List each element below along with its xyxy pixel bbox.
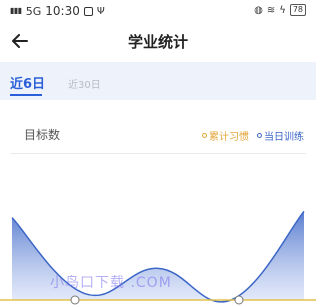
wifi-icon: ≋ [266, 4, 276, 16]
tab-30-days[interactable]: 近30日 [68, 76, 101, 91]
data-point[interactable] [234, 295, 244, 305]
range-tabs: 近6日 近30日 [0, 62, 316, 100]
bolt-icon: ϟ [279, 4, 286, 16]
watermark-text: 小鸟口下载 .COM [50, 275, 172, 291]
status-right: ◍ ≋ ϟ 78 [254, 4, 306, 16]
vibrate-icon: ◍ [254, 4, 263, 16]
title-bar: 学业统计 [0, 24, 316, 58]
legend-dot-accumulated [202, 133, 207, 138]
page-title: 学业统计 [127, 33, 188, 51]
tab-6-days[interactable]: 近6日 [10, 73, 45, 92]
status-bar: ▮▮▮ 5G 10:30 Ψ ◍ ≋ ϟ 78 [0, 0, 316, 24]
legend-label-daily: 当日训练 [264, 132, 304, 143]
legend-dot-daily [257, 133, 262, 138]
metric-label: 目标数 [24, 128, 61, 142]
data-point[interactable] [70, 295, 80, 305]
notification-icon [83, 6, 93, 16]
usb-icon: Ψ [96, 5, 105, 17]
legend-item-accumulated[interactable]: 累计习惯 [202, 128, 249, 143]
active-tab-indicator [10, 94, 42, 96]
metric-row: 目标数 累计习惯 当日训练 [10, 115, 306, 154]
status-time: 10:30 [45, 4, 80, 18]
status-signal: 5G [25, 4, 42, 18]
signal-icon: ▮▮▮ [10, 6, 22, 15]
battery-icon: 78 [289, 4, 306, 16]
legend-label-accumulated: 累计习惯 [209, 132, 249, 143]
legend-item-daily[interactable]: 当日训练 [257, 128, 304, 143]
chart-legend: 累计习惯 当日训练 [202, 128, 304, 143]
status-left: ▮▮▮ 5G 10:30 Ψ [10, 4, 105, 18]
battery-level: 78 [292, 5, 303, 14]
